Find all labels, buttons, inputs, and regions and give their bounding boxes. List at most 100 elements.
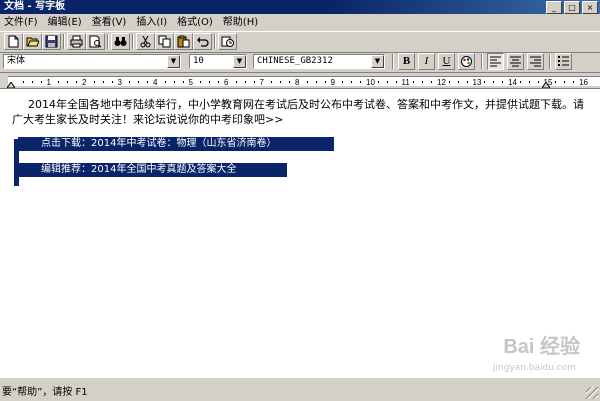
ruler-tick xyxy=(351,81,353,83)
copy-icon[interactable] xyxy=(155,33,174,50)
color-palette-icon[interactable] xyxy=(458,53,475,70)
chevron-down-icon[interactable]: ▼ xyxy=(371,55,384,68)
ruler[interactable]: 1 2 3 4 5 6 7 8 9 10 11 12 13 14 15 16 xyxy=(0,73,600,88)
title-bar[interactable]: 文档 - 写字板 _ □ × xyxy=(0,0,600,14)
print-icon[interactable] xyxy=(67,33,86,50)
document-area[interactable]: 2014年全国各地中考陆续举行，中小学教育网在考试后及时公布中考试卷、答案和中考… xyxy=(0,88,600,377)
font-size-combo[interactable]: 10 ▼ xyxy=(189,54,247,69)
charset-combo[interactable]: CHINESE_GB2312 ▼ xyxy=(253,54,385,69)
ruler-tick xyxy=(395,81,397,83)
window-title: 文档 - 写字板 xyxy=(4,1,66,12)
bold-button[interactable]: B xyxy=(398,53,415,70)
menu-view[interactable]: 查看(V) xyxy=(88,14,133,31)
ruler-tick xyxy=(564,81,566,83)
ruler-tick xyxy=(218,81,220,83)
ruler-tick xyxy=(147,81,149,83)
ruler-tick xyxy=(111,81,113,83)
ruler-tick xyxy=(244,81,246,83)
menu-edit[interactable]: 编辑(E) xyxy=(44,14,88,31)
ruler-tick xyxy=(484,81,486,83)
maximize-button[interactable]: □ xyxy=(564,1,580,14)
insert-datetime-icon[interactable] xyxy=(218,33,237,50)
toolbar-separator xyxy=(63,34,65,49)
menu-insert[interactable]: 插入(I) xyxy=(132,14,173,31)
paste-icon[interactable] xyxy=(174,33,193,50)
toolbar-separator xyxy=(107,34,109,49)
status-text: 要“帮助”，请按 F1 xyxy=(2,387,88,398)
ruler-tick xyxy=(138,81,140,83)
menu-file[interactable]: 文件(F) xyxy=(0,14,44,31)
undo-icon[interactable] xyxy=(193,33,212,50)
ruler-number: 6 xyxy=(224,78,229,87)
italic-button[interactable]: I xyxy=(418,53,435,70)
ruler-tick xyxy=(289,81,291,83)
ruler-tick xyxy=(413,81,415,83)
toolbar-separator xyxy=(392,54,394,69)
ruler-tick xyxy=(448,81,450,83)
download-link-label: 点击下载：2014年中考试卷：物理（山东省济南卷） xyxy=(41,138,277,149)
minimize-button[interactable]: _ xyxy=(546,1,562,14)
chevron-down-icon[interactable]: ▼ xyxy=(233,55,246,68)
toolbar-separator xyxy=(214,34,216,49)
ruler-tick xyxy=(164,81,166,83)
ruler-tick xyxy=(129,81,131,83)
ruler-tick xyxy=(31,81,33,83)
ruler-tick xyxy=(324,81,326,83)
download-link-text[interactable]: 点击下载：2014年中考试卷：物理（山东省济南卷） xyxy=(18,137,334,151)
toolbar-separator xyxy=(481,54,483,69)
save-disk-icon[interactable] xyxy=(42,33,61,50)
ruler-number: 4 xyxy=(153,78,158,87)
ruler-number: 5 xyxy=(188,78,193,87)
font-name-combo[interactable]: 宋体 ▼ xyxy=(3,54,181,69)
menu-help[interactable]: 帮助(H) xyxy=(219,14,264,31)
format-toolbar: 宋体 ▼ 10 ▼ CHINESE_GB2312 ▼ B I U xyxy=(0,52,600,73)
ruler-tick xyxy=(200,81,202,83)
ruler-tick xyxy=(93,81,95,83)
ruler-tick xyxy=(466,81,468,83)
ruler-number: 10 xyxy=(366,78,375,87)
ruler-tick xyxy=(235,81,237,83)
ruler-tick xyxy=(386,81,388,83)
ruler-tick xyxy=(209,81,211,83)
ruler-number: 8 xyxy=(295,78,300,87)
underline-button[interactable]: U xyxy=(438,53,455,70)
font-name-value: 宋体 xyxy=(7,56,26,66)
ruler-number: 7 xyxy=(259,78,264,87)
ruler-number: 3 xyxy=(117,78,122,87)
ruler-tick xyxy=(422,81,424,83)
menu-bar: 文件(F) 编辑(E) 查看(V) 插入(I) 格式(O) 帮助(H) xyxy=(0,14,600,31)
resize-grip-icon[interactable] xyxy=(586,387,598,399)
ruler-number: 13 xyxy=(472,78,482,87)
ruler-tick xyxy=(377,81,379,83)
open-folder-icon[interactable] xyxy=(23,33,42,50)
chevron-down-icon[interactable]: ▼ xyxy=(167,55,180,68)
cut-scissors-icon[interactable] xyxy=(136,33,155,50)
ruler-tick xyxy=(271,81,273,83)
align-center-icon[interactable] xyxy=(507,53,524,70)
ruler-tick xyxy=(182,81,184,83)
find-binoculars-icon[interactable] xyxy=(111,33,130,50)
ruler-number: 12 xyxy=(437,78,446,87)
close-button[interactable]: × xyxy=(582,1,598,14)
toolbar-separator xyxy=(132,34,134,49)
ruler-tick xyxy=(22,81,24,83)
document-paragraph[interactable]: 2014年全国各地中考陆续举行，中小学教育网在考试后及时公布中考试卷、答案和中考… xyxy=(12,97,590,127)
recommend-link-text[interactable]: 编辑推荐：2014年全国中考真题及答案大全 xyxy=(18,163,287,177)
ruler-number: 1 xyxy=(46,78,51,87)
ruler-tick xyxy=(40,81,42,83)
toolbar-separator xyxy=(549,54,551,69)
ruler-tick xyxy=(102,81,104,83)
ruler-number: 2 xyxy=(82,78,87,87)
ruler-number: 9 xyxy=(330,78,335,87)
watermark-url: jingyan.baidu.com xyxy=(492,363,576,373)
ruler-number: 11 xyxy=(401,78,410,87)
ruler-tick xyxy=(67,81,69,83)
align-right-icon[interactable] xyxy=(527,53,544,70)
menu-format[interactable]: 格式(O) xyxy=(173,14,219,31)
new-document-icon[interactable] xyxy=(4,33,23,50)
ruler-number: 16 xyxy=(579,78,588,87)
align-left-icon[interactable] xyxy=(487,53,504,70)
print-preview-icon[interactable] xyxy=(86,33,105,50)
bullets-icon[interactable] xyxy=(555,53,572,70)
ruler-tick xyxy=(573,81,575,83)
